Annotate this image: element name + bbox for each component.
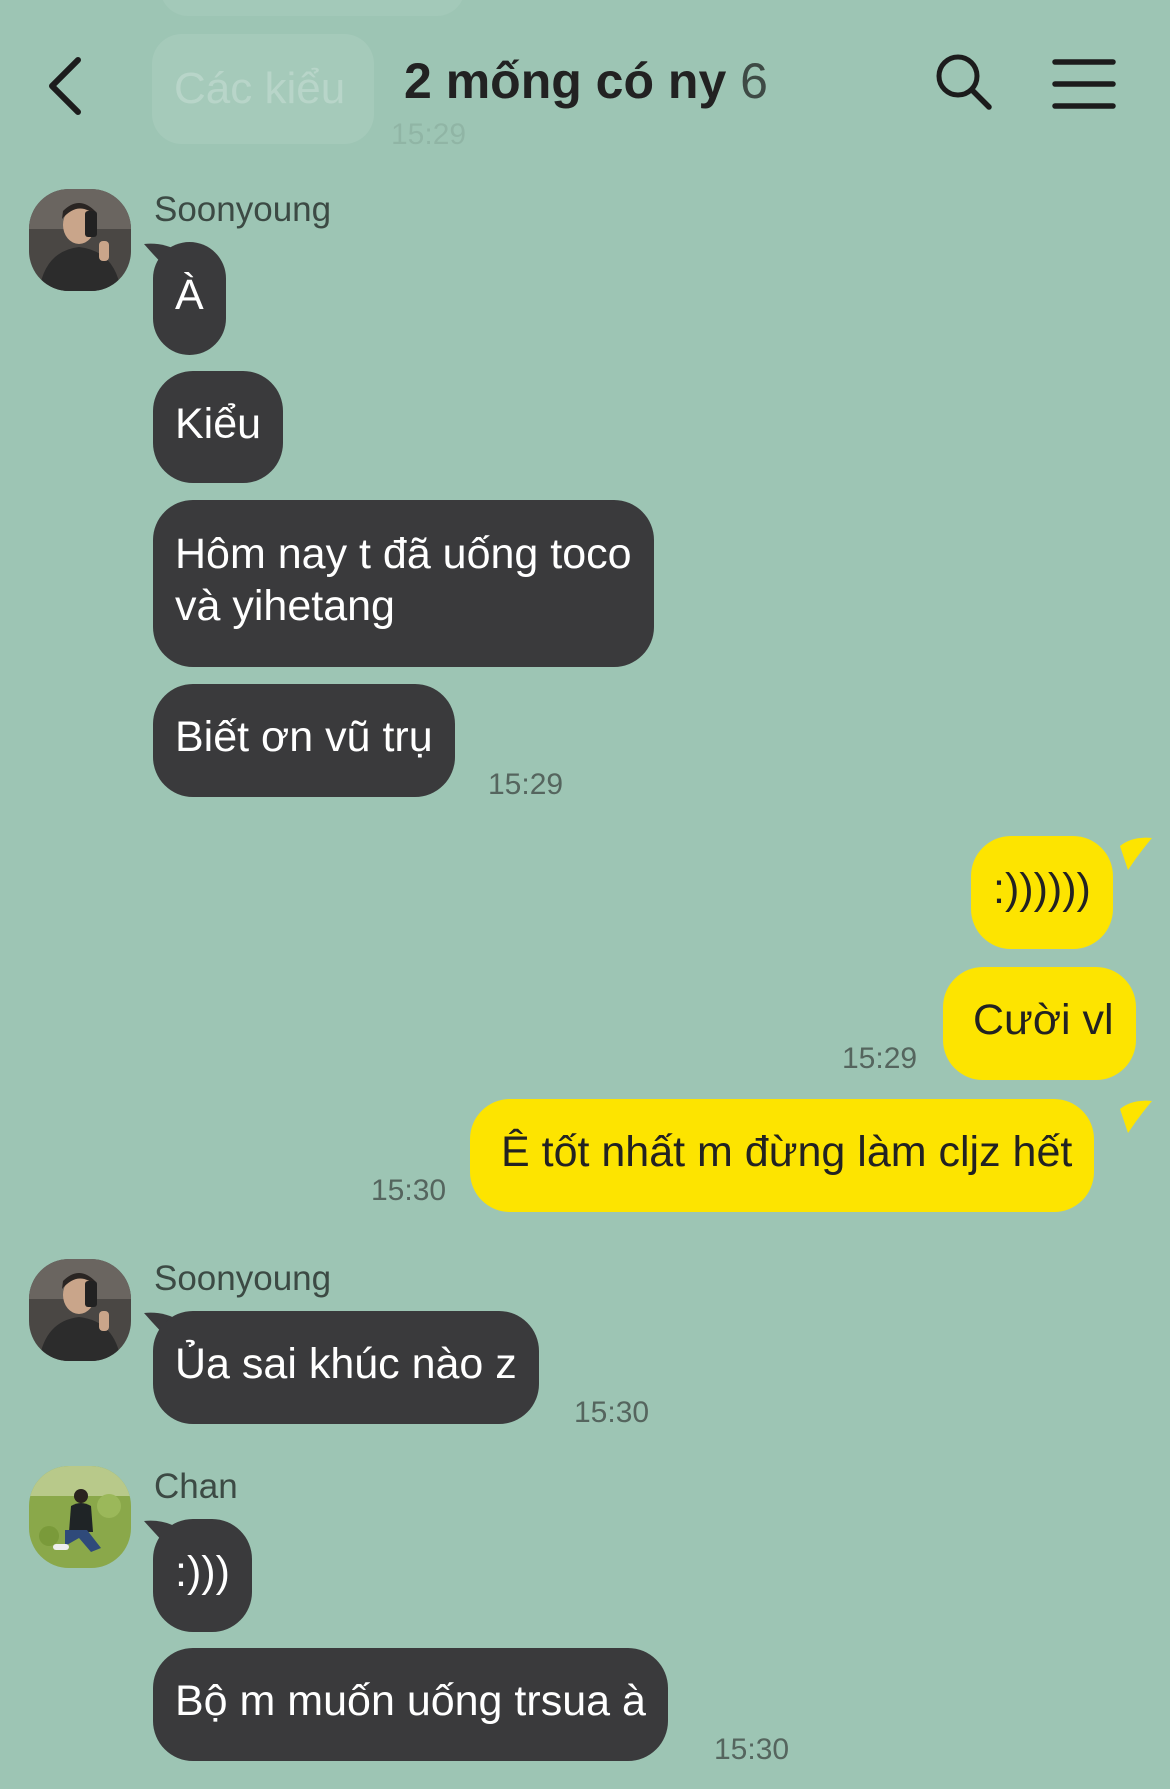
message-text: Bộ m muốn uống trsua à	[175, 1677, 646, 1725]
bubble-tail	[1120, 1100, 1152, 1133]
message-bubble[interactable]: Ủa sai khúc nào z	[153, 1311, 539, 1424]
scrolled-message-time: 15:29	[391, 118, 467, 151]
message-bubble[interactable]: À	[153, 242, 226, 355]
message-text: Cười vl	[973, 996, 1114, 1044]
chat-title-text: 2 mống có ny	[404, 53, 727, 109]
sender-name: Chan	[154, 1467, 238, 1506]
message-time: 15:29	[842, 1042, 918, 1075]
message-bubble[interactable]: Bộ m muốn uống trsua à	[153, 1648, 668, 1761]
message-text: Biết ơn vũ trụ	[175, 713, 433, 761]
message-time: 15:30	[574, 1396, 650, 1429]
message-text: :)))	[175, 1548, 230, 1596]
message-time: 15:30	[371, 1174, 447, 1207]
hamburger-menu-icon[interactable]	[1052, 58, 1116, 110]
chat-title[interactable]: 2 mống có ny 6	[404, 52, 768, 110]
avatar-chan[interactable]	[29, 1466, 131, 1568]
message-text: :))))))	[993, 865, 1091, 913]
message-text-line: Hôm nay t đã uống toco	[175, 530, 632, 578]
avatar-soonyoung[interactable]	[29, 189, 131, 291]
message-time: 15:30	[714, 1733, 790, 1766]
sender-name: Soonyoung	[154, 190, 332, 229]
message-text-line: và yihetang	[175, 582, 395, 630]
message-text: Ủa sai khúc nào z	[175, 1340, 517, 1388]
message-bubble[interactable]: Biết ơn vũ trụ	[153, 684, 455, 797]
search-icon[interactable]	[934, 52, 994, 112]
sender-name: Soonyoung	[154, 1259, 332, 1298]
message-bubble[interactable]: Kiểu	[153, 371, 284, 483]
message-text: Kiểu	[175, 400, 262, 448]
message-time: 15:29	[488, 768, 564, 801]
member-count: 6	[740, 53, 768, 109]
message-text: Ê tốt nhất m đừng làm cljz hết	[501, 1128, 1073, 1176]
message-bubble[interactable]: :))))))	[971, 836, 1113, 949]
scrolled-message-bubble	[160, 0, 465, 16]
message-bubble[interactable]: Ê tốt nhất m đừng làm cljz hết	[470, 1099, 1095, 1212]
scrolled-message-bubble-cac-kieu: Các kiểu	[152, 34, 374, 144]
message-bubble[interactable]: Hôm nay t đã uống toco và yihetang	[153, 500, 654, 667]
avatar-soonyoung[interactable]	[29, 1259, 131, 1361]
message-bubble[interactable]: :)))	[153, 1519, 252, 1632]
back-chevron-icon[interactable]	[42, 52, 92, 124]
bubble-tail	[1120, 837, 1152, 870]
message-bubble[interactable]: Cười vl	[943, 967, 1136, 1080]
message-text: À	[175, 271, 204, 319]
